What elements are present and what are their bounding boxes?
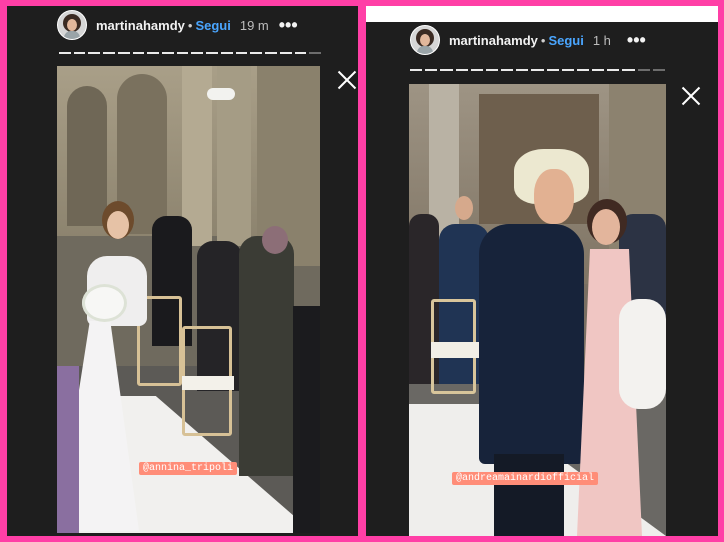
username-link[interactable]: martinahamdy bbox=[449, 33, 538, 48]
story-panel-left: martinahamdy • Segui 19 m ••• @annina_tr… bbox=[7, 6, 358, 536]
mention-tag[interactable]: @annina_tripoli bbox=[139, 462, 238, 475]
progress-segment bbox=[576, 69, 590, 71]
progress-segment bbox=[455, 69, 468, 71]
more-options-icon[interactable]: ••• bbox=[627, 31, 646, 49]
progress-segment bbox=[147, 52, 160, 54]
mention-tag[interactable]: @andreamainardiofficial bbox=[452, 472, 599, 485]
progress-segment bbox=[176, 52, 189, 54]
post-time: 1 h bbox=[592, 32, 611, 48]
progress-segment bbox=[206, 52, 218, 54]
separator-dot: • bbox=[187, 17, 193, 33]
progress-segment bbox=[265, 52, 277, 54]
story-photo: @andreamainardiofficial bbox=[409, 84, 666, 536]
profile-avatar[interactable] bbox=[57, 10, 87, 40]
progress-segment bbox=[592, 69, 605, 71]
progress-segment bbox=[235, 52, 248, 54]
progress-segment bbox=[531, 69, 544, 71]
progress-segment bbox=[410, 69, 423, 71]
progress-segment bbox=[132, 52, 145, 54]
progress-segment bbox=[294, 52, 307, 54]
top-strip bbox=[366, 6, 718, 22]
progress-segment bbox=[546, 69, 559, 71]
progress-segment bbox=[279, 52, 292, 54]
progress-segment bbox=[117, 52, 130, 54]
progress-segment bbox=[652, 69, 665, 71]
more-options-icon[interactable]: ••• bbox=[279, 16, 298, 34]
progress-segment bbox=[501, 69, 514, 71]
close-icon[interactable] bbox=[337, 70, 357, 90]
progress-segment bbox=[440, 69, 453, 71]
progress-segment bbox=[73, 52, 86, 54]
follow-button[interactable]: Segui bbox=[195, 18, 230, 33]
progress-segment bbox=[162, 52, 174, 54]
progress-segment bbox=[191, 52, 204, 54]
progress-segment bbox=[309, 52, 321, 54]
progress-segment bbox=[88, 52, 101, 54]
progress-segment bbox=[220, 52, 233, 54]
progress-segment bbox=[425, 69, 438, 71]
follow-button[interactable]: Segui bbox=[548, 33, 583, 48]
story-header: martinahamdy • Segui 1 h ••• bbox=[410, 25, 646, 55]
progress-segment bbox=[607, 69, 620, 71]
progress-segment bbox=[561, 69, 574, 71]
progress-segment bbox=[470, 69, 483, 71]
separator-dot: • bbox=[540, 32, 546, 48]
story-header: martinahamdy • Segui 19 m ••• bbox=[57, 10, 298, 40]
username-link[interactable]: martinahamdy bbox=[96, 18, 185, 33]
progress-segment bbox=[516, 69, 529, 71]
profile-avatar[interactable] bbox=[410, 25, 440, 55]
progress-segment bbox=[622, 69, 635, 71]
story-progress bbox=[59, 52, 321, 54]
story-photo: @annina_tripoli bbox=[57, 66, 320, 533]
progress-segment bbox=[250, 52, 263, 54]
story-progress bbox=[410, 69, 665, 71]
post-time: 19 m bbox=[239, 17, 269, 33]
story-panel-right: martinahamdy • Segui 1 h ••• @andreamain… bbox=[366, 6, 718, 536]
close-icon[interactable] bbox=[681, 86, 701, 106]
progress-segment bbox=[103, 52, 115, 54]
progress-segment bbox=[637, 69, 650, 71]
progress-segment bbox=[485, 69, 499, 71]
progress-segment bbox=[59, 52, 71, 54]
